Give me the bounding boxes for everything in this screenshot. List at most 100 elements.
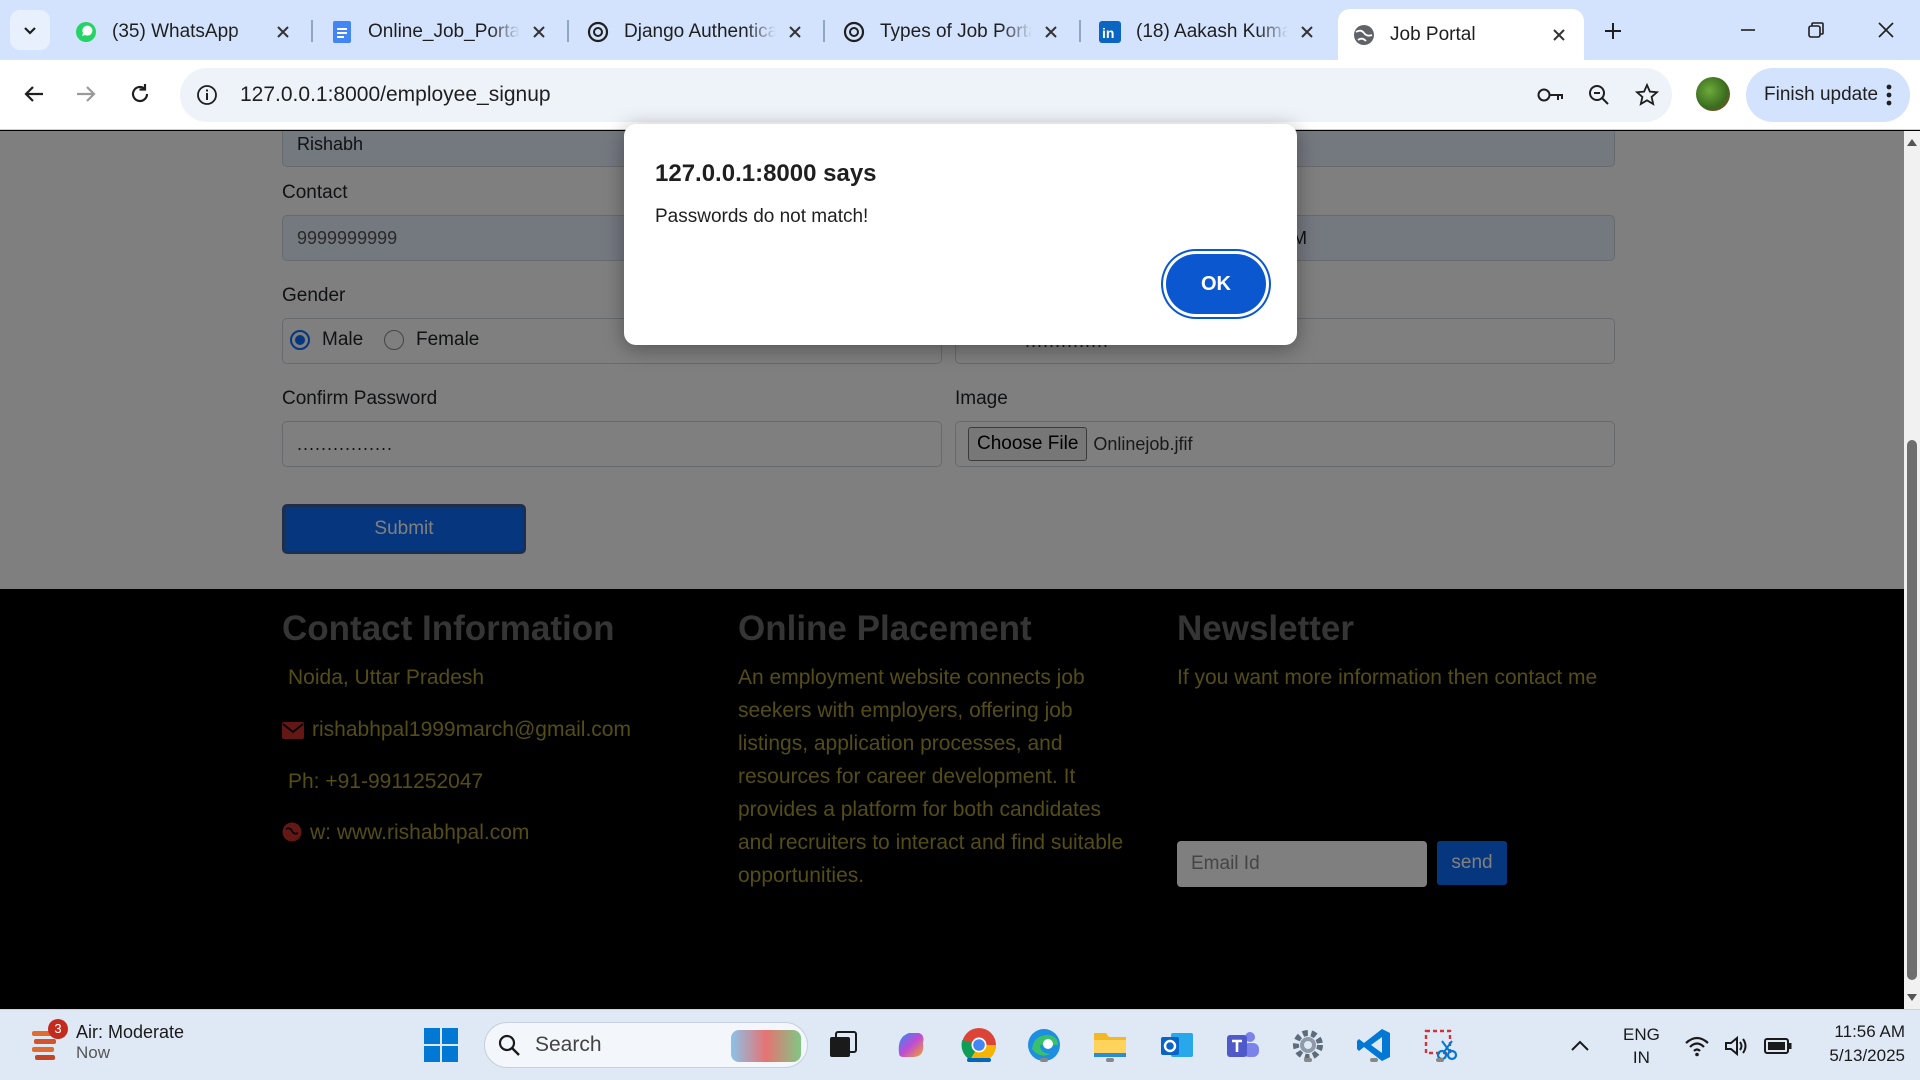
zoom-icon[interactable] (1584, 80, 1614, 110)
docs-icon (330, 20, 354, 44)
arrow-right-icon (77, 86, 96, 102)
tab-online-job-portal[interactable]: Online_Job_Portal (316, 9, 564, 55)
tab-whatsapp[interactable]: (35) WhatsApp (60, 9, 308, 55)
copilot-button[interactable] (890, 1024, 932, 1066)
close-icon[interactable] (1296, 21, 1318, 43)
chevron-up-icon (1571, 1040, 1589, 1051)
start-button[interactable] (420, 1024, 462, 1066)
snipping-tool-button[interactable] (1419, 1024, 1461, 1066)
site-info-icon[interactable] (184, 72, 230, 118)
search-label: Search (535, 1033, 602, 1056)
outlook-button[interactable] (1156, 1024, 1198, 1066)
running-indicator (1304, 1058, 1312, 1062)
volume-icon (1725, 1035, 1747, 1056)
running-indicator (1436, 1058, 1444, 1062)
chatgpt-icon (586, 20, 610, 44)
finish-update-button[interactable]: Finish update (1746, 68, 1910, 122)
chrome-button[interactable] (958, 1024, 1000, 1066)
tab-django-authentication[interactable]: Django Authentica (572, 9, 820, 55)
teams-icon (1227, 1032, 1259, 1057)
new-tab-button[interactable] (1596, 14, 1630, 48)
tab-separator (311, 20, 313, 42)
arrow-left-icon (24, 86, 43, 102)
settings-button[interactable] (1287, 1024, 1329, 1066)
tab-search-button[interactable] (10, 10, 50, 50)
tab-types-of-job-portal[interactable]: Types of Job Portal (828, 9, 1076, 55)
back-button[interactable] (14, 74, 54, 114)
alert-dialog: 127.0.0.1:8000 says Passwords do not mat… (624, 124, 1297, 345)
weather-subtitle: Now (76, 1043, 111, 1062)
restore-button[interactable] (1796, 10, 1836, 50)
outlook-icon (1161, 1033, 1193, 1057)
reload-icon (131, 84, 149, 103)
running-indicator (1040, 1058, 1048, 1062)
notification-badge: 3 (48, 1018, 68, 1039)
svg-text:in: in (1102, 25, 1114, 41)
clock[interactable]: 11:56 AM 5/13/2025 (1805, 1020, 1905, 1068)
reload-button[interactable] (120, 74, 160, 114)
weather-widget[interactable]: 3 Air: Moderate Now (30, 1018, 184, 1063)
url-text[interactable]: 127.0.0.1:8000/employee_signup (240, 83, 551, 107)
tab-job-portal[interactable]: Job Portal (1338, 9, 1584, 60)
ok-button[interactable]: OK (1166, 254, 1266, 314)
folder-icon (1094, 1033, 1126, 1057)
tab-linkedin[interactable]: in (18) Aakash Kumar (1084, 9, 1332, 55)
running-indicator (1370, 1058, 1378, 1062)
teams-button[interactable] (1221, 1024, 1263, 1066)
tab-title: Online_Job_Portal (368, 21, 520, 42)
wifi-icon (1685, 1036, 1709, 1056)
chatgpt-icon (842, 20, 866, 44)
task-view-button[interactable] (822, 1024, 864, 1066)
minimize-icon (1741, 29, 1755, 31)
address-bar[interactable]: 127.0.0.1:8000/employee_signup (180, 68, 1672, 122)
tray-overflow-button[interactable] (1570, 1010, 1590, 1080)
close-window-button[interactable] (1866, 10, 1906, 50)
tab-title: Django Authentica (624, 21, 776, 42)
profile-avatar[interactable] (1696, 77, 1730, 111)
language-bottom: IN (1632, 1047, 1650, 1067)
vscode-button[interactable] (1353, 1024, 1395, 1066)
tab-separator (823, 20, 825, 42)
restore-icon (1808, 22, 1824, 38)
close-icon[interactable] (784, 21, 806, 43)
forward-button[interactable] (66, 74, 106, 114)
plus-icon (1605, 23, 1621, 39)
task-view-icon (830, 1031, 857, 1057)
language-top: ENG (1623, 1024, 1660, 1044)
file-explorer-button[interactable] (1089, 1024, 1131, 1066)
air-quality-icon: 3 (30, 1018, 68, 1063)
dialog-message: Passwords do not match! (655, 206, 869, 227)
browser-tab-strip: (35) WhatsApp Online_Job_Portal Django A… (0, 0, 1920, 60)
language-indicator[interactable]: ENG IN (1623, 1010, 1660, 1080)
taskbar-search[interactable]: Search (484, 1022, 808, 1068)
search-icon (498, 1034, 520, 1056)
chevron-down-icon (24, 27, 36, 35)
search-highlight-image (731, 1030, 801, 1062)
more-vertical-icon (1886, 84, 1892, 106)
close-icon[interactable] (528, 21, 550, 43)
tab-separator (1079, 20, 1081, 42)
close-icon[interactable] (1040, 21, 1062, 43)
minimize-button[interactable] (1728, 10, 1768, 50)
close-icon[interactable] (1548, 24, 1570, 46)
weather-title: Air: Moderate (76, 1022, 185, 1042)
scroll-up-icon[interactable] (1906, 136, 1918, 148)
globe-icon (1352, 23, 1376, 47)
weather-text: Air: Moderate Now (76, 1022, 184, 1063)
close-icon (1878, 22, 1894, 38)
edge-button[interactable] (1023, 1024, 1065, 1066)
dialog-title: 127.0.0.1:8000 says (655, 160, 877, 187)
scrollbar-thumb[interactable] (1907, 440, 1917, 980)
bookmark-star-icon[interactable] (1632, 80, 1662, 110)
tab-title: (35) WhatsApp (112, 21, 239, 42)
password-key-icon[interactable] (1536, 80, 1566, 110)
scroll-down-icon[interactable] (1906, 992, 1918, 1004)
system-status-group[interactable] (1684, 1010, 1792, 1080)
finish-update-label: Finish update (1764, 84, 1879, 105)
clock-time: 11:56 AM (1834, 1022, 1905, 1041)
close-icon[interactable] (272, 21, 294, 43)
linkedin-icon: in (1098, 20, 1122, 44)
windows-logo-icon (424, 1028, 458, 1062)
windows-taskbar: 3 Air: Moderate Now Search ENG IN 11:56 … (0, 1009, 1920, 1080)
screen: (35) WhatsApp Online_Job_Portal Django A… (0, 0, 1920, 1080)
